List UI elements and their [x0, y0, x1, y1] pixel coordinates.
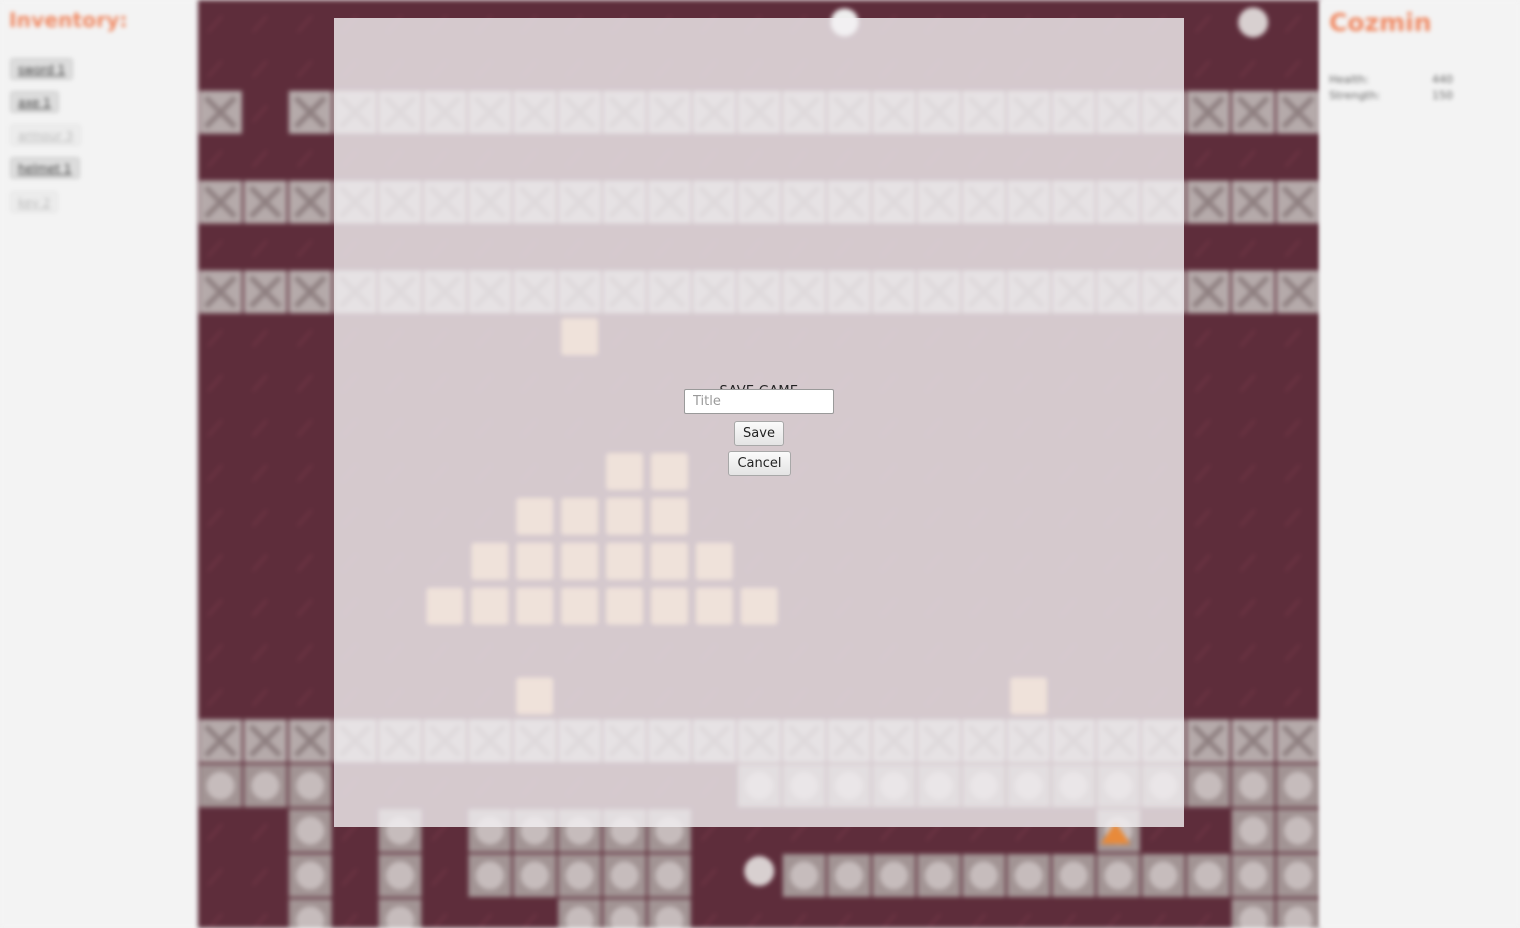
inventory-item-key[interactable]: key 2 — [10, 191, 59, 213]
inventory-panel: Inventory: sword 1 axe 1 armour 3 helmet… — [0, 0, 198, 928]
player-name: Cozmin — [1329, 8, 1432, 37]
strength-value: 150 — [1432, 89, 1453, 102]
player-stats-panel: Cozmin Health: 440 Strength: 150 — [1320, 0, 1520, 928]
skeleton-sprite — [1238, 7, 1269, 38]
inventory-item-armour[interactable]: armour 3 — [10, 124, 82, 146]
health-value: 440 — [1432, 73, 1453, 86]
save-game-dialog: SAVE GAME Save Cancel — [334, 18, 1184, 827]
inventory-item-helmet[interactable]: helmet 1 — [10, 157, 80, 179]
inventory-item-axe[interactable]: axe 1 — [10, 91, 59, 113]
health-label: Health: — [1329, 73, 1369, 86]
save-title-input[interactable] — [684, 389, 834, 414]
strength-label: Strength: — [1329, 89, 1381, 102]
inventory-title: Inventory: — [9, 8, 128, 32]
skeleton-sprite — [744, 856, 775, 887]
cancel-button[interactable]: Cancel — [728, 451, 791, 476]
game-screen: Inventory: sword 1 axe 1 armour 3 helmet… — [0, 0, 1520, 928]
inventory-item-sword[interactable]: sword 1 — [10, 58, 74, 80]
save-button[interactable]: Save — [734, 421, 784, 446]
